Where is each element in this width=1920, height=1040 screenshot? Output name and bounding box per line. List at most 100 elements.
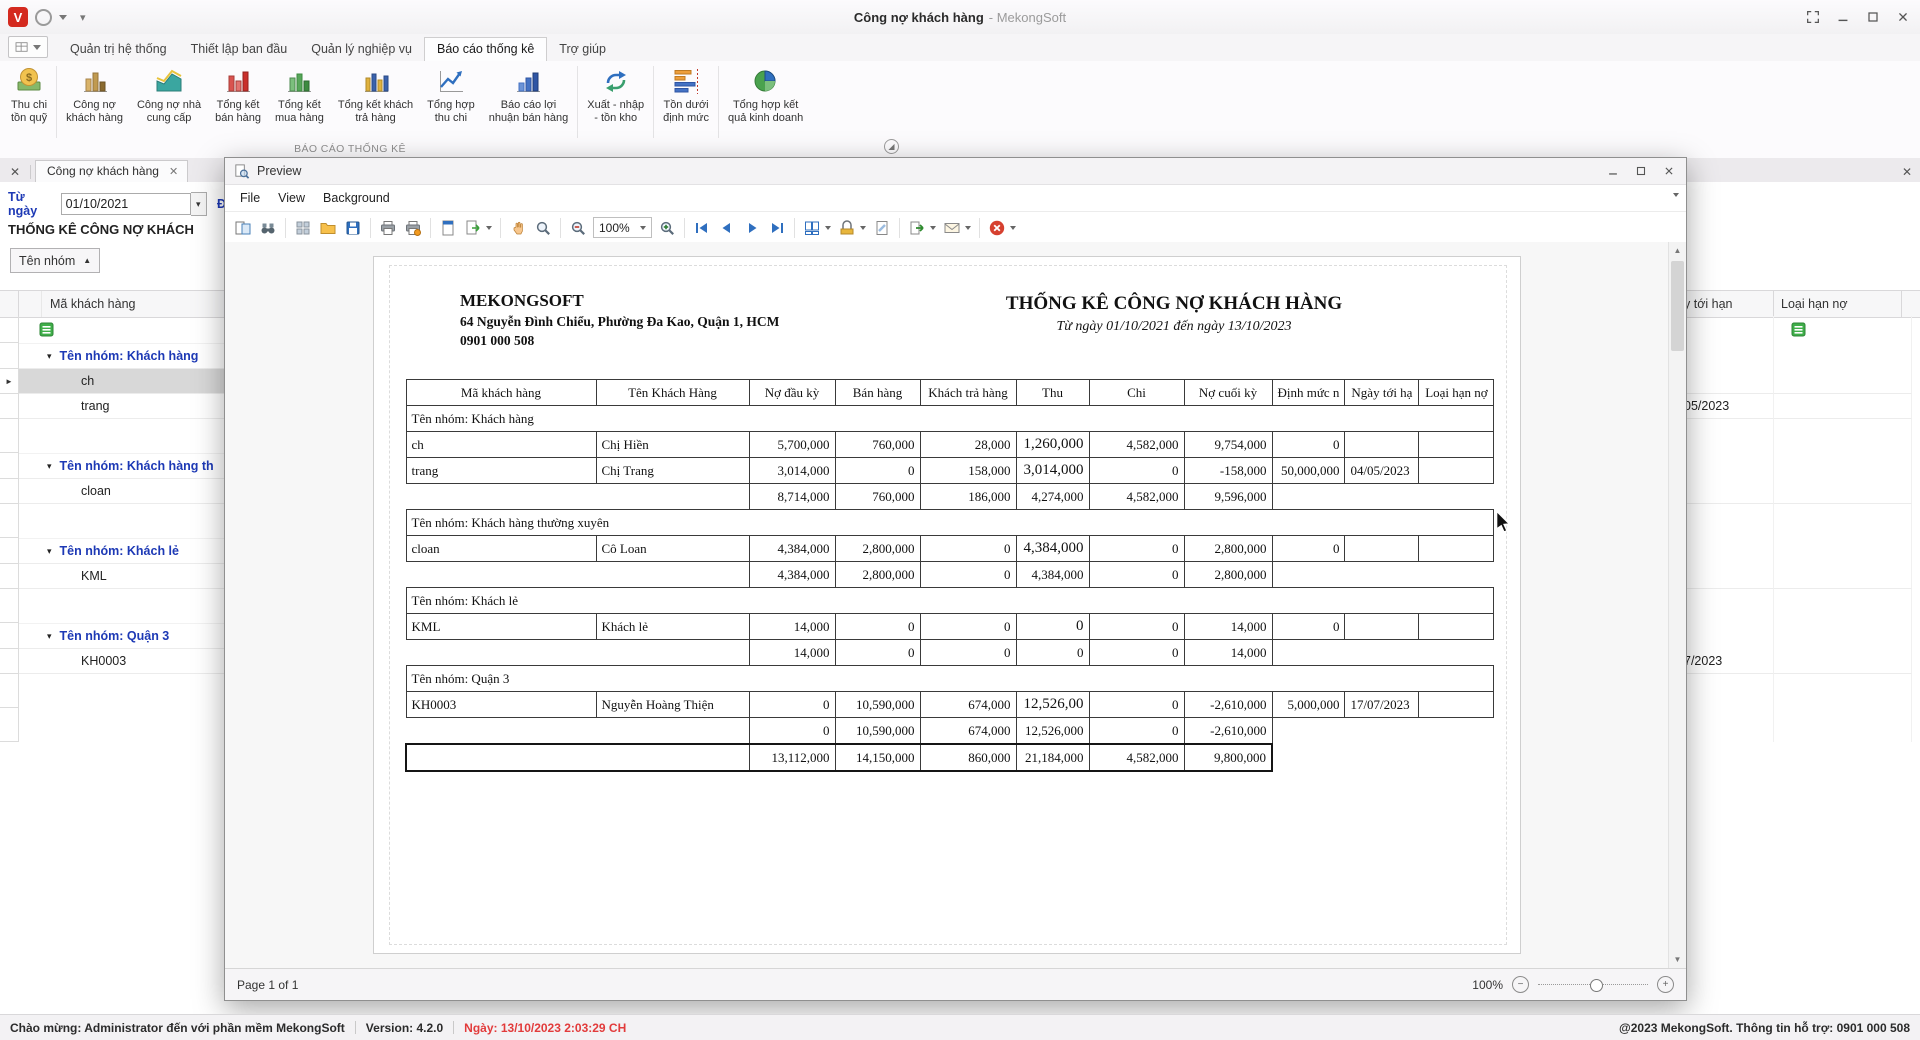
minimize-button[interactable] <box>1828 2 1858 32</box>
preview-vertical-scrollbar[interactable]: ▲ ▼ <box>1668 242 1686 968</box>
column-header-ma-khach-hang[interactable]: Mã khách hàng <box>42 291 226 317</box>
menu-background[interactable]: Background <box>314 187 399 209</box>
ribbon-tab-thiet-lap-ban-dau[interactable]: Thiết lập ban đầu <box>179 38 300 61</box>
document-tab-cong-no-khach-hang[interactable]: Công nợ khách hàng ✕ <box>35 160 188 182</box>
tree-group-ten-nhom-quan-3[interactable]: ▾Tên nhóm: Quận 3 <box>0 623 226 649</box>
right-grid-row[interactable] <box>1684 564 1920 589</box>
chevron-down-icon[interactable] <box>59 15 67 20</box>
quick-access-customize-icon[interactable]: ▾ <box>80 11 86 24</box>
ribbon-button-tong-ket-mua-hang[interactable]: Tổng kết mua hàng <box>268 64 331 126</box>
open-folder-icon[interactable] <box>316 216 340 240</box>
close-preview-icon[interactable] <box>985 216 1009 240</box>
application-menu-button[interactable] <box>8 36 48 58</box>
preview-title-bar[interactable]: Preview <box>225 158 1686 185</box>
first-page-icon[interactable] <box>690 216 714 240</box>
ribbon-tab-tro-giup[interactable]: Trợ giúp <box>547 38 618 61</box>
export-button[interactable] <box>905 216 939 240</box>
print-direct-icon[interactable] <box>401 216 425 240</box>
tree-row-kh0003[interactable]: KH0003 <box>0 649 226 674</box>
prev-page-icon[interactable] <box>715 216 739 240</box>
right-grid-row[interactable] <box>1684 369 1920 394</box>
page-setup-icon[interactable] <box>436 216 460 240</box>
tab-list-close-icon[interactable]: ✕ <box>0 162 30 182</box>
ribbon-button-xuat-nhap-ton-kho[interactable]: Xuất - nhập - tồn kho <box>580 64 651 126</box>
group-dialog-launcher[interactable]: ◢ <box>884 139 899 154</box>
zoom-slider[interactable] <box>1538 984 1648 985</box>
page-scale-button[interactable] <box>461 216 495 240</box>
collapse-icon[interactable]: ▾ <box>47 351 52 362</box>
right-grid-row[interactable]: 7/2023 <box>1684 649 1920 674</box>
page-color-button[interactable] <box>835 216 869 240</box>
watermark-icon[interactable] <box>870 216 894 240</box>
multi-page-icon[interactable] <box>800 216 824 240</box>
export-icon[interactable] <box>905 216 929 240</box>
document-map-icon[interactable] <box>231 216 255 240</box>
zoom-out-button[interactable]: − <box>1512 976 1529 993</box>
search-icon[interactable] <box>256 216 280 240</box>
ribbon-button-ton-duoi-dinh-muc[interactable]: Tồn dưới định mức <box>656 64 716 126</box>
multi-page-button[interactable] <box>800 216 834 240</box>
collapse-icon[interactable]: ▾ <box>47 461 52 472</box>
thumbnails-icon[interactable] <box>291 216 315 240</box>
menu-view[interactable]: View <box>269 187 314 209</box>
zoom-slider-knob[interactable] <box>1590 979 1603 992</box>
ribbon-button-tong-ket-ban-hang[interactable]: Tổng kết bán hàng <box>208 64 268 126</box>
zoom-in-button[interactable]: + <box>1657 976 1674 993</box>
quick-access-icon[interactable] <box>35 9 52 26</box>
page-scale-icon[interactable] <box>461 216 485 240</box>
hand-tool-icon[interactable] <box>506 216 530 240</box>
date-dropdown-icon[interactable]: ▾ <box>191 192 207 216</box>
collapse-icon[interactable]: ▾ <box>47 546 52 557</box>
ribbon-button-tong-ket-khach-tra-hang[interactable]: Tổng kết khách trả hàng <box>331 64 420 126</box>
filter-icon[interactable] <box>39 322 54 337</box>
ribbon-tab-quan-ly-nghiep-vu[interactable]: Quản lý nghiệp vụ <box>299 38 424 61</box>
scroll-down-icon[interactable]: ▼ <box>1669 951 1686 968</box>
maximize-button[interactable] <box>1858 2 1888 32</box>
filter-icon[interactable] <box>1791 322 1806 337</box>
mail-icon[interactable] <box>940 216 964 240</box>
tree-group-ten-nhom-khach-hang-th[interactable]: ▾Tên nhóm: Khách hàng th <box>0 453 226 479</box>
ribbon-button-cong-no-nha-cung-cap[interactable]: Công nợ nhà cung cấp <box>130 64 208 126</box>
save-icon[interactable] <box>341 216 365 240</box>
tab-close-icon[interactable]: ✕ <box>169 165 178 178</box>
from-date-input[interactable] <box>61 193 191 215</box>
close-preview-button[interactable] <box>985 216 1019 240</box>
tree-group-ten-nhom-khach-hang[interactable]: ▾Tên nhóm: Khách hàng <box>0 343 226 369</box>
preview-close-button[interactable] <box>1655 160 1683 181</box>
ribbon-tab-quan-tri-he-thong[interactable]: Quản trị hệ thống <box>58 38 179 61</box>
ribbon-button-tong-hop-thu-chi[interactable]: Tổng hợp thu chi <box>420 64 482 126</box>
workspace-close-icon[interactable]: ✕ <box>1902 165 1912 179</box>
zoom-out-icon[interactable] <box>566 216 590 240</box>
ribbon-button-thu-chi-ton-quy[interactable]: $Thu chi tồn quỹ <box>4 64 54 126</box>
ribbon-button-cong-no-khach-hang[interactable]: Công nợ khách hàng <box>59 64 130 126</box>
page-color-icon[interactable] <box>835 216 859 240</box>
column-header-loai-han-no[interactable]: Loại hạn nợ <box>1774 291 1902 317</box>
ribbon-button-bao-cao-loi-nhuan-ban-hang[interactable]: Báo cáo lợi nhuận bán hàng <box>482 64 576 126</box>
magnifier-icon[interactable] <box>531 216 555 240</box>
right-grid-row[interactable] <box>1684 479 1920 504</box>
zoom-in-icon[interactable] <box>655 216 679 240</box>
mail-button[interactable] <box>940 216 974 240</box>
ribbon-tab-bao-cao-thong-ke[interactable]: Báo cáo thống kê <box>424 37 547 61</box>
tree-row-ch[interactable]: ch <box>0 369 226 394</box>
tree-row-kml[interactable]: KML <box>0 564 226 589</box>
right-grid-row[interactable]: 05/2023 <box>1684 394 1920 419</box>
tree-group-ten-nhom-khach-le[interactable]: ▾Tên nhóm: Khách lẻ <box>0 538 226 564</box>
ribbon-button-tong-hop-ket-qua-kinh-doanh[interactable]: Tổng hợp kết quả kinh doanh <box>721 64 810 126</box>
scroll-up-icon[interactable]: ▲ <box>1669 242 1686 259</box>
zoom-level-combo[interactable]: 100% <box>593 217 652 238</box>
close-button[interactable] <box>1888 2 1918 32</box>
tree-filter-row[interactable] <box>0 316 226 343</box>
preview-minimize-button[interactable] <box>1599 160 1627 181</box>
column-header-ngay-toi-han[interactable]: y tới hạn <box>1684 291 1774 317</box>
preview-maximize-button[interactable] <box>1627 160 1655 181</box>
next-page-icon[interactable] <box>740 216 764 240</box>
tree-row-cloan[interactable]: cloan <box>0 479 226 504</box>
group-by-chip[interactable]: Tên nhóm ▲ <box>10 248 100 273</box>
last-page-icon[interactable] <box>765 216 789 240</box>
tree-row-trang[interactable]: trang <box>0 394 226 419</box>
scrollbar-thumb[interactable] <box>1671 261 1684 351</box>
print-icon[interactable] <box>376 216 400 240</box>
menu-file[interactable]: File <box>231 187 269 209</box>
collapse-icon[interactable]: ▾ <box>47 631 52 642</box>
